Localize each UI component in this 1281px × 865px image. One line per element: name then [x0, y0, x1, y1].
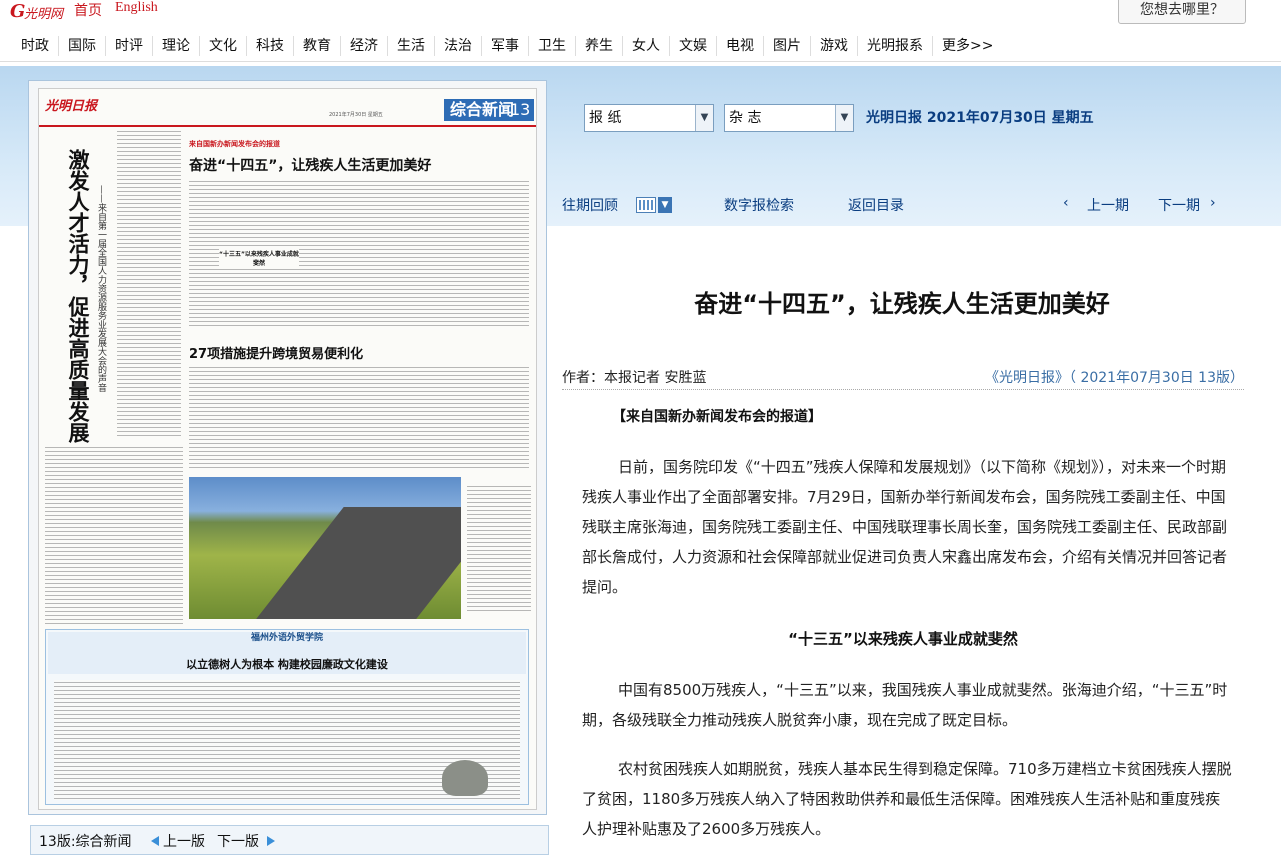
channel-link[interactable]: 养生 [576, 36, 623, 56]
channel-link[interactable]: 电视 [717, 36, 764, 56]
next-issue-link[interactable]: 下一期 [1158, 195, 1200, 215]
channel-link[interactable]: 文化 [200, 36, 247, 56]
digital-search-link[interactable]: 数字报检索 [724, 195, 794, 215]
article-kicker: 来自国新办新闻发布会的报道 [189, 140, 280, 148]
article-subheading: “十三五”以来残疾人事业成就斐然 [788, 630, 1018, 648]
channel-link[interactable]: 经济 [341, 36, 388, 56]
road-image [234, 507, 461, 619]
newspaper-page-number: 13 [510, 100, 531, 119]
article-paragraph: 农村贫困残疾人如期脱贫，残疾人基本民生得到稳定保障。710多万建档立卡贫困残疾人… [582, 760, 1232, 838]
calendar-dropdown-icon[interactable]: ▼ [658, 197, 672, 213]
article-kicker-text: 【来自国新办新闻发布会的报道】 [612, 409, 822, 425]
english-link[interactable]: English [115, 0, 158, 16]
channel-link[interactable]: 理论 [153, 36, 200, 56]
channel-link[interactable]: 法治 [435, 36, 482, 56]
chevron-down-icon: ▼ [835, 105, 853, 131]
calendar-icon[interactable] [636, 197, 656, 213]
article-title: 奋进“十四五”，让残疾人生活更加美好 [694, 290, 1110, 318]
back-to-toc-link[interactable]: 返回目录 [848, 195, 904, 215]
feature-banner: 福州外语外贸学院 [48, 632, 526, 656]
news-photo[interactable] [189, 477, 461, 619]
article-headline-link[interactable]: 27项措施提升跨境贸易便利化 [189, 343, 363, 362]
article-text-block[interactable] [117, 129, 181, 439]
channel-link[interactable]: 时政 [12, 36, 59, 56]
site-navigator-button[interactable]: 您想去哪里？ [1118, 0, 1246, 24]
site-logo[interactable]: G 光明网 [10, 1, 66, 22]
magazine-select[interactable]: 杂 志 ▼ [724, 104, 854, 132]
channel-link[interactable]: 更多>> [933, 36, 1002, 56]
issue-dateline: 光明日报 2021年07月30日 星期五 [866, 110, 1094, 126]
prev-issue-arrow-icon[interactable]: ‹ [1063, 195, 1069, 211]
next-issue-arrow-icon[interactable]: › [1210, 195, 1216, 211]
feature-title[interactable]: 以立德树人为根本 构建校园廉政文化建设 [48, 656, 526, 674]
page-nav-bar: 13版:综合新闻 上一版 下一版 [30, 825, 549, 855]
channel-link[interactable]: 教育 [294, 36, 341, 56]
current-page-label: 13版:综合新闻 [39, 834, 132, 850]
channel-link[interactable]: 女人 [623, 36, 670, 56]
channel-link[interactable]: 军事 [482, 36, 529, 56]
channel-link[interactable]: 卫生 [529, 36, 576, 56]
vertical-subheadline: ——来自第一届全国人力资源服务业发展大会的声音 [96, 185, 106, 392]
newspaper-page-image[interactable]: 光明日报 2021年7月30日 星期五 综合新闻 13 激发人才活力，促进高质量… [38, 88, 537, 810]
prev-page-link[interactable]: 上一版 [163, 831, 205, 851]
channel-link[interactable]: 图片 [764, 36, 811, 56]
channel-link[interactable]: 生活 [388, 36, 435, 56]
article-text-block[interactable] [45, 445, 183, 625]
channel-nav: 时政 国际 时评 理论 文化 科技 教育 经济 生活 法治 军事 卫生 养生 女人 文娱 电视 图片 游戏 光明报系… [0, 30, 1281, 62]
channel-link[interactable]: 游戏 [811, 36, 858, 56]
site-logo-text: 光明网 [24, 7, 64, 22]
article-paragraph: 日前，国务院印发《“十四五”残疾人保障和发展规划》（以下简称《规划》），对未来一… [582, 458, 1228, 596]
channel-link[interactable]: 时评 [106, 36, 153, 56]
feature-photo [442, 760, 488, 796]
top-bar: G 光明网 首页 English 您想去哪里？ [0, 0, 1281, 30]
article-subhead: “十三五”以来残疾人事业成就斐然 [219, 249, 299, 267]
prev-page-arrow-icon[interactable] [151, 836, 159, 846]
newspaper-section-label: 综合新闻 13 [444, 99, 534, 121]
chevron-down-icon: ▼ [695, 105, 713, 131]
next-page-link[interactable]: 下一版 [217, 831, 259, 851]
home-link[interactable]: 首页 [74, 0, 102, 20]
newspaper-masthead: 光明日报 [45, 99, 98, 114]
photo-caption [467, 484, 531, 614]
masthead-rule [39, 125, 536, 127]
article-author: 作者：本报记者 安胜蓝 [562, 370, 707, 386]
newspaper-date: 2021年7月30日 星期五 [329, 112, 383, 118]
article-source: 《光明日报》（ 2021年07月30日 13版） [985, 370, 1244, 386]
vertical-headline[interactable]: 激发人才活力，促进高质量发展 [51, 149, 91, 443]
next-page-arrow-icon[interactable] [267, 836, 275, 846]
channel-link[interactable]: 科技 [247, 36, 294, 56]
feature-box[interactable]: 福州外语外贸学院 以立德树人为根本 构建校园廉政文化建设 [45, 629, 529, 805]
prev-issue-link[interactable]: 上一期 [1087, 195, 1129, 215]
article-headline-link[interactable]: 奋进“十四五”，让残疾人生活更加美好 [189, 155, 431, 175]
newspaper-select[interactable]: 报 纸 ▼ [584, 104, 714, 132]
article-paragraph: 中国有8500万残疾人，“十三五”以来，我国残疾人事业成就斐然。张海迪介绍，“十… [582, 681, 1228, 729]
channel-link[interactable]: 文娱 [670, 36, 717, 56]
archive-link[interactable]: 往期回顾 [562, 195, 618, 215]
article-text-block[interactable] [189, 365, 529, 469]
channel-link[interactable]: 光明报系 [858, 36, 933, 56]
channel-link[interactable]: 国际 [59, 36, 106, 56]
article-meta: 作者：本报记者 安胜蓝 《光明日报》（ 2021年07月30日 13版） [562, 360, 1244, 390]
